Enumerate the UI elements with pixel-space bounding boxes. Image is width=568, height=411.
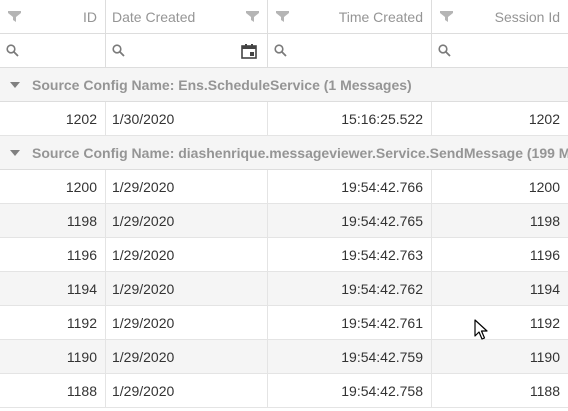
cell-session-id: 1198 [529, 212, 560, 229]
table-row[interactable]: 1198 1/29/2020 19:54:42.765 1198 [0, 204, 568, 238]
cell-date-created: 1/29/2020 [106, 170, 268, 203]
table-row[interactable]: 1196 1/29/2020 19:54:42.763 1196 [0, 238, 568, 272]
funnel-icon[interactable] [440, 11, 453, 22]
cell-time-created: 19:54:42.758 [268, 374, 432, 407]
filter-row [0, 34, 568, 68]
table-row[interactable]: 1200 1/29/2020 19:54:42.766 1200 [0, 170, 568, 204]
cell-session-id: 1188 [529, 382, 560, 399]
search-icon [438, 44, 451, 57]
cell-id: 1192 [0, 306, 106, 339]
search-icon [112, 44, 125, 57]
data-grid: ID Date Created Time Created Session Id [0, 0, 568, 411]
cell-time-created: 19:54:42.762 [268, 272, 432, 305]
column-header-time-created[interactable]: Time Created [268, 0, 432, 33]
column-label-time-created: Time Created [338, 8, 423, 25]
cell-date-created: 1/29/2020 [106, 204, 268, 237]
group-row[interactable]: Source Config Name: Ens.ScheduleService … [0, 68, 568, 102]
cell-date-created: 1/30/2020 [106, 102, 268, 135]
cell-id: 1188 [0, 374, 106, 407]
table-row[interactable]: 1188 1/29/2020 19:54:42.758 1188 [0, 374, 568, 408]
column-header-date-created[interactable]: Date Created [106, 0, 268, 33]
cell-time-created: 19:54:42.759 [268, 340, 432, 373]
column-header-id[interactable]: ID [0, 0, 106, 33]
cell-id: 1190 [0, 340, 106, 373]
cell-id: 1196 [0, 238, 106, 271]
table-row[interactable]: 1190 1/29/2020 19:54:42.759 1190 [0, 340, 568, 374]
cell-session-id: 1202 [528, 110, 560, 127]
group-label: Source Config Name: diashenrique.message… [32, 144, 568, 161]
column-label-session-id: Session Id [494, 8, 560, 25]
cell-time-created: 19:54:42.761 [268, 306, 432, 339]
cell-id: 1194 [0, 272, 106, 305]
column-label-id: ID [83, 8, 97, 25]
cell-id: 1198 [0, 204, 106, 237]
cell-session-id: 1196 [529, 246, 560, 263]
cell-time-created: 15:16:25.522 [268, 102, 432, 135]
group-header[interactable]: Source Config Name: Ens.ScheduleService … [0, 68, 568, 101]
cell-session-id: 1200 [528, 178, 560, 195]
group-header[interactable]: Source Config Name: diashenrique.message… [0, 136, 568, 169]
cell-date-created: 1/29/2020 [106, 238, 268, 271]
funnel-icon[interactable] [276, 11, 289, 22]
column-header-session-id[interactable]: Session Id [432, 0, 568, 33]
mouse-cursor-icon [474, 319, 488, 340]
table-row[interactable]: 1202 1/30/2020 15:16:25.522 1202 [0, 102, 568, 136]
cell-date-created: 1/29/2020 [106, 340, 268, 373]
header-row: ID Date Created Time Created Session Id [0, 0, 568, 34]
caret-down-icon[interactable] [10, 149, 20, 157]
group-label: Source Config Name: Ens.ScheduleService … [32, 76, 412, 93]
cell-date-created: 1/29/2020 [106, 272, 268, 305]
cell-time-created: 19:54:42.765 [268, 204, 432, 237]
funnel-icon[interactable] [246, 11, 259, 22]
cell-date-created: 1/29/2020 [106, 374, 268, 407]
cell-session-id: 1192 [529, 314, 560, 331]
caret-down-icon[interactable] [10, 81, 20, 89]
filter-time-created-input[interactable] [268, 34, 432, 67]
column-label-date-created: Date Created [112, 8, 196, 25]
filter-session-id-input[interactable] [432, 34, 568, 67]
group-row[interactable]: Source Config Name: diashenrique.message… [0, 136, 568, 170]
cell-time-created: 19:54:42.763 [268, 238, 432, 271]
table-row[interactable]: 1194 1/29/2020 19:54:42.762 1194 [0, 272, 568, 306]
cell-date-created: 1/29/2020 [106, 306, 268, 339]
cell-id: 1202 [0, 102, 106, 135]
filter-id-input[interactable] [0, 34, 106, 67]
search-icon [274, 44, 287, 57]
cell-id: 1200 [0, 170, 106, 203]
calendar-icon[interactable] [241, 43, 257, 59]
funnel-icon[interactable] [8, 11, 21, 22]
cell-session-id: 1190 [529, 348, 560, 365]
filter-date-created-input[interactable] [106, 34, 268, 67]
search-icon [6, 44, 19, 57]
cell-time-created: 19:54:42.766 [268, 170, 432, 203]
cell-session-id: 1194 [529, 280, 560, 297]
